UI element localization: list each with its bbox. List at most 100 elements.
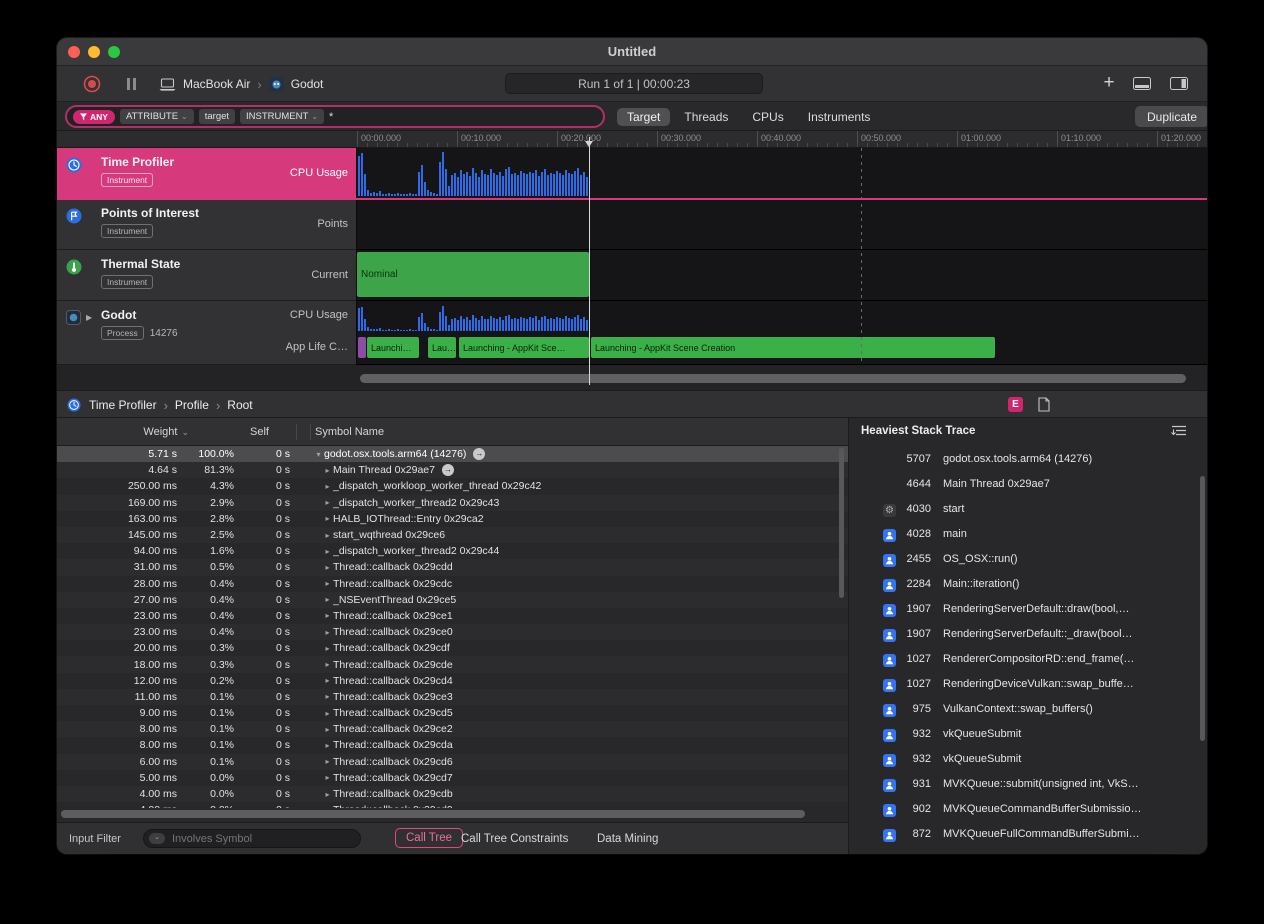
call-tree-row[interactable]: 20.00 ms0.3%0 s▸Thread::callback 0x29cdf (57, 640, 848, 656)
call-tree-row[interactable]: 94.00 ms1.6%0 s▸_dispatch_worker_thread2… (57, 543, 848, 559)
disclosure-closed-icon[interactable]: ▸ (322, 660, 333, 669)
call-tree-options-button[interactable]: Call Tree (395, 828, 463, 848)
filter-token[interactable]: INSTRUMENT⌄ (240, 109, 324, 124)
track-plot-thermal-state[interactable]: Nominal (357, 250, 1207, 301)
disclosure-open-icon[interactable]: ▾ (313, 450, 324, 459)
stack-trace-row[interactable]: 932vkQueueSubmit (849, 748, 1199, 773)
column-divider[interactable] (310, 424, 311, 440)
disclosure-closed-icon[interactable]: ▸ (322, 547, 333, 556)
disclosure-closed-icon[interactable]: ▸ (322, 579, 333, 588)
call-tree-row[interactable]: 163.00 ms2.8%0 s▸HALB_IOThread::Entry 0x… (57, 511, 848, 527)
timeline-ruler[interactable]: 00:00.00000:10.00000:20.00000:30.00000:4… (57, 131, 1207, 148)
extended-detail-button[interactable]: E (1008, 397, 1023, 412)
stack-trace-scrollbar-thumb[interactable] (1200, 476, 1205, 741)
track-plot-time-profiler[interactable] (357, 148, 1207, 199)
call-tree-row[interactable]: 27.00 ms0.4%0 s▸_NSEventThread 0x29ce5 (57, 592, 848, 608)
disclosure-closed-icon[interactable]: ▸ (322, 628, 333, 637)
call-tree-row[interactable]: 4.00 ms0.0%0 s▸Thread::callback 0x29cdb (57, 786, 848, 802)
disclosure-closed-icon[interactable]: ▸ (322, 741, 333, 750)
call-tree-row[interactable]: 18.00 ms0.3%0 s▸Thread::callback 0x29cde (57, 656, 848, 672)
filter-menu-chevron-icon[interactable]: ⌄ (149, 833, 165, 844)
segment-target[interactable]: Target (617, 108, 670, 126)
track-header-godot[interactable]: ▶ Godot Process 14276 CPU Usage App Life… (57, 301, 356, 365)
track-header-time-profiler[interactable]: Time Profiler Instrument CPU Usage (57, 148, 356, 199)
call-tree-row[interactable]: 169.00 ms2.9%0 s▸_dispatch_worker_thread… (57, 495, 848, 511)
right-pane-toggle-button[interactable] (1170, 77, 1188, 95)
track-header-thermal-state[interactable]: Thermal State Instrument Current (57, 250, 356, 301)
call-tree-row[interactable]: 31.00 ms0.5%0 s▸Thread::callback 0x29cdd (57, 559, 848, 575)
disclosure-closed-icon[interactable]: ▶ (86, 313, 92, 322)
track-scope-segmented-control[interactable]: TargetThreadsCPUsInstruments (617, 106, 880, 127)
phase-segment[interactable]: Nominal (357, 252, 589, 297)
stack-trace-row[interactable]: 2455OS_OSX::run() (849, 548, 1199, 573)
column-header-self[interactable]: Self (217, 418, 269, 446)
disclosure-closed-icon[interactable]: ▸ (322, 595, 333, 604)
column-header-weight[interactable]: Weight ⌄ (57, 418, 189, 446)
call-tree-row[interactable]: 4.00 ms0.0%0 s▸Thread::callback 0x29cd9 (57, 802, 848, 808)
stack-trace-row[interactable]: 1027RendererCompositorRD::end_frame(… (849, 648, 1199, 673)
stack-trace-row[interactable]: 1907RenderingServerDefault::_draw(bool… (849, 623, 1199, 648)
description-button[interactable] (1038, 397, 1050, 417)
disclosure-closed-icon[interactable]: ▸ (322, 676, 333, 685)
track-filter-field[interactable]: ANY ATTRIBUTE⌄targetINSTRUMENT⌄ * (65, 105, 605, 128)
call-tree-row[interactable]: 145.00 ms2.5%0 s▸start_wqthread 0x29ce6 (57, 527, 848, 543)
call-tree-row[interactable]: 8.00 ms0.1%0 s▸Thread::callback 0x29ce2 (57, 721, 848, 737)
disclosure-closed-icon[interactable]: ▸ (322, 757, 333, 766)
filter-token[interactable]: target (199, 109, 235, 124)
call-tree-row[interactable]: 4.64 s81.3%0 s▸Main Thread 0x29ae7→ (57, 462, 848, 478)
segment-cpus[interactable]: CPUs (742, 108, 793, 126)
call-tree-row[interactable]: 8.00 ms0.1%0 s▸Thread::callback 0x29cda (57, 737, 848, 753)
column-divider[interactable] (296, 424, 297, 440)
track-plot-points-of-interest[interactable] (357, 199, 1207, 250)
filter-token[interactable]: ATTRIBUTE⌄ (120, 109, 194, 124)
track-header-points-of-interest[interactable]: Points of Interest Instrument Points (57, 199, 356, 250)
stack-trace-row[interactable]: 872MVKQueueFullCommandBufferSubmi… (849, 823, 1199, 848)
disclosure-closed-icon[interactable]: ▸ (322, 725, 333, 734)
track-plot-godot[interactable]: Launchi… Lau…Launching - AppKit Sce…Launc… (357, 301, 1207, 365)
phase-segment[interactable] (358, 337, 366, 358)
playhead-handle[interactable] (585, 141, 593, 147)
device-target-selector[interactable]: MacBook Air › Godot (159, 66, 323, 102)
stack-trace-row[interactable]: 902MVKQueueCommandBufferSubmissio… (849, 798, 1199, 823)
call-tree-row[interactable]: 6.00 ms0.1%0 s▸Thread::callback 0x29cd6 (57, 754, 848, 770)
disclosure-closed-icon[interactable]: ▸ (322, 611, 333, 620)
bottom-pane-toggle-button[interactable] (1133, 77, 1151, 95)
call-tree-hscrollbar-thumb[interactable] (61, 810, 805, 818)
phase-segment[interactable]: Lau… (428, 337, 456, 358)
call-tree-row[interactable]: 5.71 s100.0%0 s▾godot.osx.tools.arm64 (1… (57, 446, 848, 462)
stack-trace-row[interactable]: 1027RenderingDeviceVulkan::swap_buffe… (849, 673, 1199, 698)
disclosure-closed-icon[interactable]: ▸ (322, 514, 333, 523)
call-tree-row[interactable]: 250.00 ms4.3%0 s▸_dispatch_workloop_work… (57, 478, 848, 494)
phase-segment[interactable]: Launching - AppKit Scene Creation (591, 337, 995, 358)
add-instrument-button[interactable]: + (1098, 71, 1120, 95)
stack-trace-row[interactable]: ⚙4030start (849, 498, 1199, 523)
disclosure-closed-icon[interactable]: ▸ (322, 498, 333, 507)
call-tree-row[interactable]: 12.00 ms0.2%0 s▸Thread::callback 0x29cd4 (57, 673, 848, 689)
focus-arrow-badge[interactable]: → (473, 448, 485, 460)
phase-segment[interactable]: Launching - AppKit Sce… (459, 337, 589, 358)
disclosure-closed-icon[interactable]: ▸ (322, 692, 333, 701)
breadcrumb-item[interactable]: Time Profiler (89, 398, 157, 412)
stack-trace-row[interactable]: 932vkQueueSubmit (849, 723, 1199, 748)
call-tree-constraints-button[interactable]: Call Tree Constraints (461, 823, 568, 854)
collapse-stack-icon[interactable] (1171, 424, 1187, 443)
disclosure-closed-icon[interactable]: ▸ (322, 709, 333, 718)
disclosure-closed-icon[interactable]: ▸ (322, 644, 333, 653)
call-tree-row[interactable]: 5.00 ms0.0%0 s▸Thread::callback 0x29cd7 (57, 770, 848, 786)
stack-trace-row[interactable]: 4028main (849, 523, 1199, 548)
stack-trace-row[interactable]: 1907RenderingServerDefault::draw(bool,… (849, 598, 1199, 623)
record-button[interactable] (83, 75, 101, 93)
call-tree-row[interactable]: 9.00 ms0.1%0 s▸Thread::callback 0x29cd5 (57, 705, 848, 721)
disclosure-closed-icon[interactable]: ▸ (322, 466, 333, 475)
playhead-line[interactable] (589, 137, 590, 385)
disclosure-closed-icon[interactable]: ▸ (322, 806, 333, 808)
duplicate-button[interactable]: Duplicate (1135, 106, 1207, 127)
phase-segment[interactable]: Launchi… (367, 337, 419, 358)
data-mining-button[interactable]: Data Mining (597, 823, 658, 854)
stack-trace-row[interactable]: 2284Main::iteration() (849, 573, 1199, 598)
call-tree-row[interactable]: 23.00 ms0.4%0 s▸Thread::callback 0x29ce1 (57, 608, 848, 624)
disclosure-closed-icon[interactable]: ▸ (322, 563, 333, 572)
breadcrumb-item[interactable]: Root (227, 398, 252, 412)
pause-button[interactable] (127, 78, 139, 90)
stack-trace-row[interactable]: 5707godot.osx.tools.arm64 (14276) (849, 448, 1199, 473)
